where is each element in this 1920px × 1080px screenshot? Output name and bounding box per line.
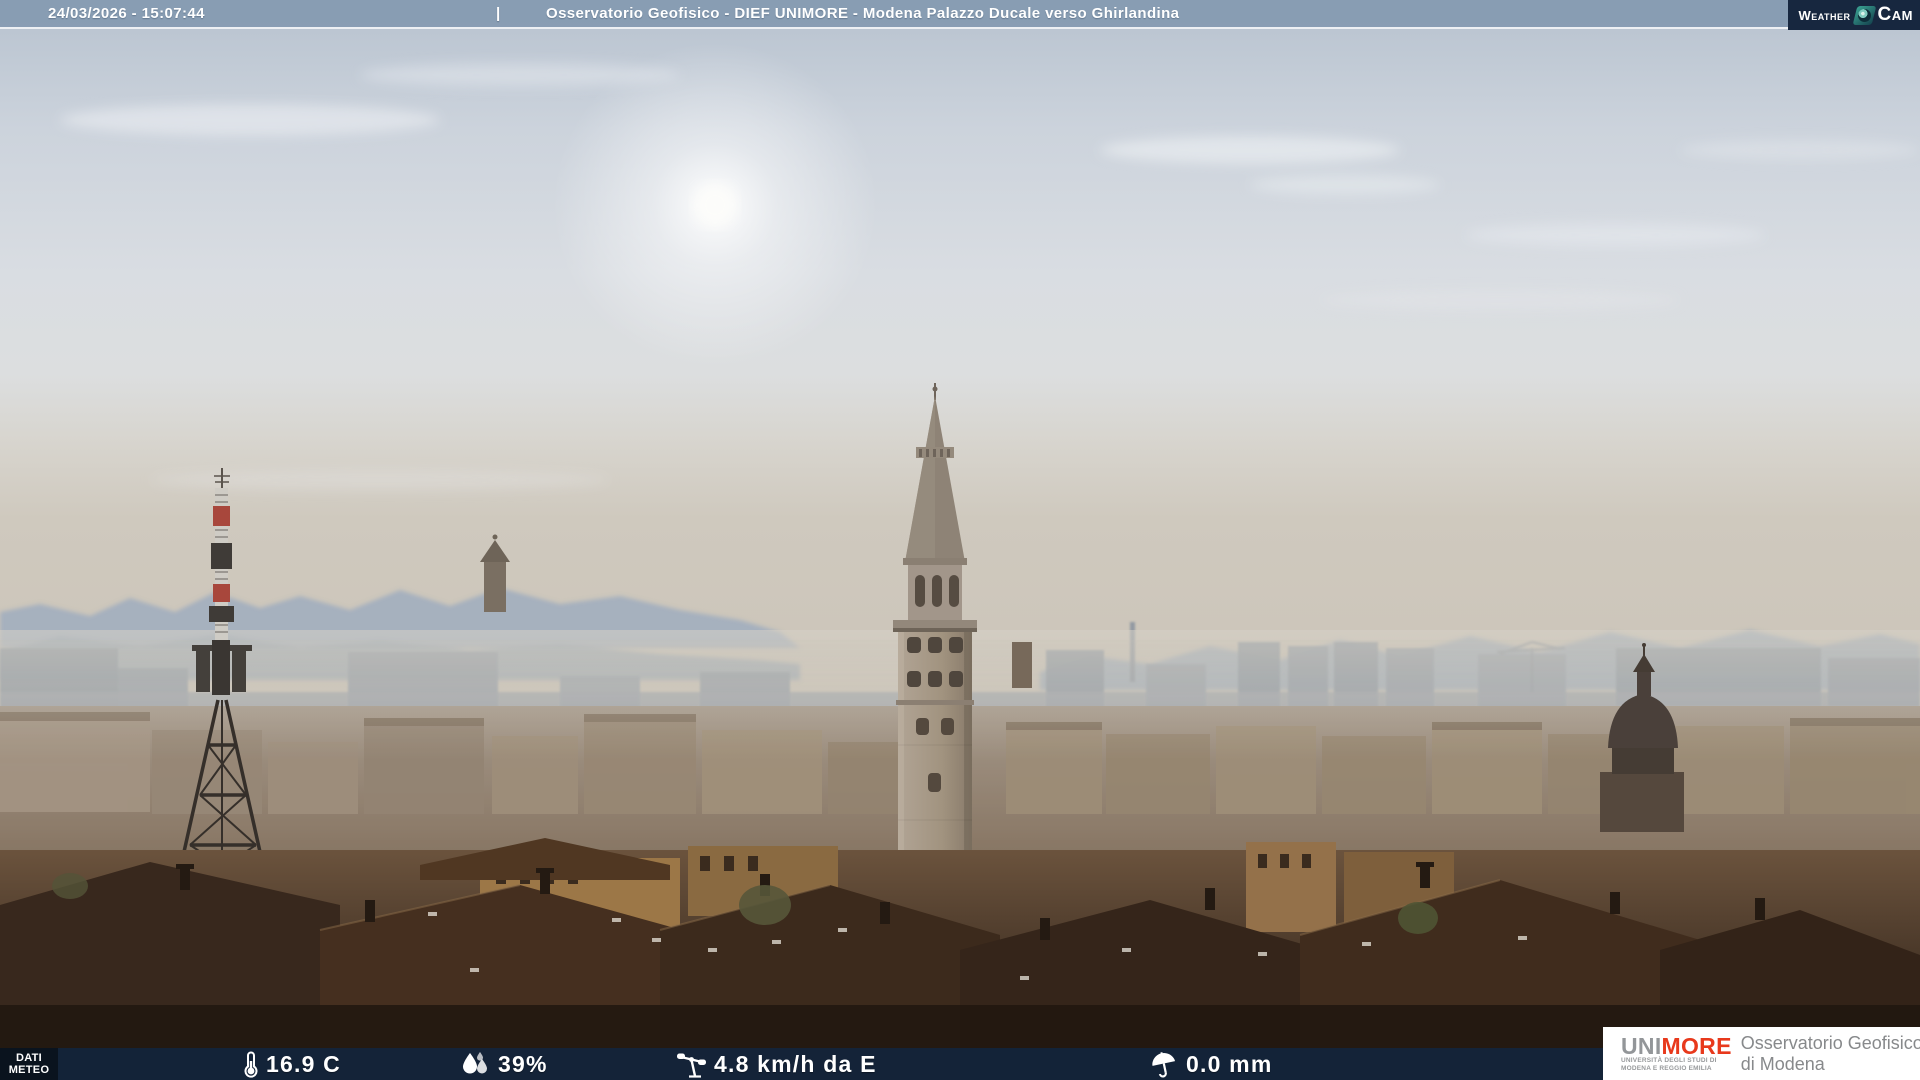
anemometer-icon xyxy=(676,1051,706,1078)
separator: | xyxy=(496,0,501,27)
unimore-more: MORE xyxy=(1662,1033,1732,1059)
datetime-text: 24/03/2026 - 15:07:44 xyxy=(48,0,205,27)
humidity-value: 39% xyxy=(498,1051,548,1078)
unimore-uni: UNI xyxy=(1621,1033,1662,1059)
weathercam-logo[interactable]: Weather Cam xyxy=(1788,0,1920,30)
webcam-photo xyxy=(0,0,1920,1080)
top-info-bar: 24/03/2026 - 15:07:44 | Osservatorio Geo… xyxy=(0,0,1920,29)
temperature-reading: 16.9 C xyxy=(244,1048,341,1080)
thermometer-icon xyxy=(244,1051,258,1078)
water-drops-icon xyxy=(460,1051,490,1077)
weathercam-word1: Weather xyxy=(1798,8,1850,23)
camera-title: Osservatorio Geofisico - DIEF UNIMORE - … xyxy=(546,0,1179,27)
weathercam-word2: Cam xyxy=(1878,4,1913,26)
camera-lens-icon xyxy=(1852,6,1876,25)
rain-reading: 0.0 mm xyxy=(1150,1048,1272,1080)
wind-reading: 4.8 km/h da E xyxy=(676,1048,877,1080)
unimore-logo[interactable]: UNIMORE UNIVERSITÀ DEGLI STUDI DI MODENA… xyxy=(1603,1027,1920,1080)
temperature-value: 16.9 C xyxy=(266,1051,341,1078)
webcam-page: 24/03/2026 - 15:07:44 | Osservatorio Geo… xyxy=(0,0,1920,1080)
humidity-reading: 39% xyxy=(460,1048,548,1080)
unimore-wordmark: UNIMORE UNIVERSITÀ DEGLI STUDI DI MODENA… xyxy=(1621,1035,1732,1072)
unimore-subtitle-2: MODENA E REGGIO EMILIA xyxy=(1621,1065,1732,1073)
unimore-subtitle-1: UNIVERSITÀ DEGLI STUDI DI xyxy=(1621,1057,1732,1065)
dati-meteo-label: DATI METEO xyxy=(0,1048,58,1080)
rain-value: 0.0 mm xyxy=(1186,1051,1272,1078)
wind-value: 4.8 km/h da E xyxy=(714,1051,877,1078)
umbrella-icon xyxy=(1147,1048,1180,1080)
observatory-name: Osservatorio Geofisico di Modena xyxy=(1741,1033,1920,1075)
